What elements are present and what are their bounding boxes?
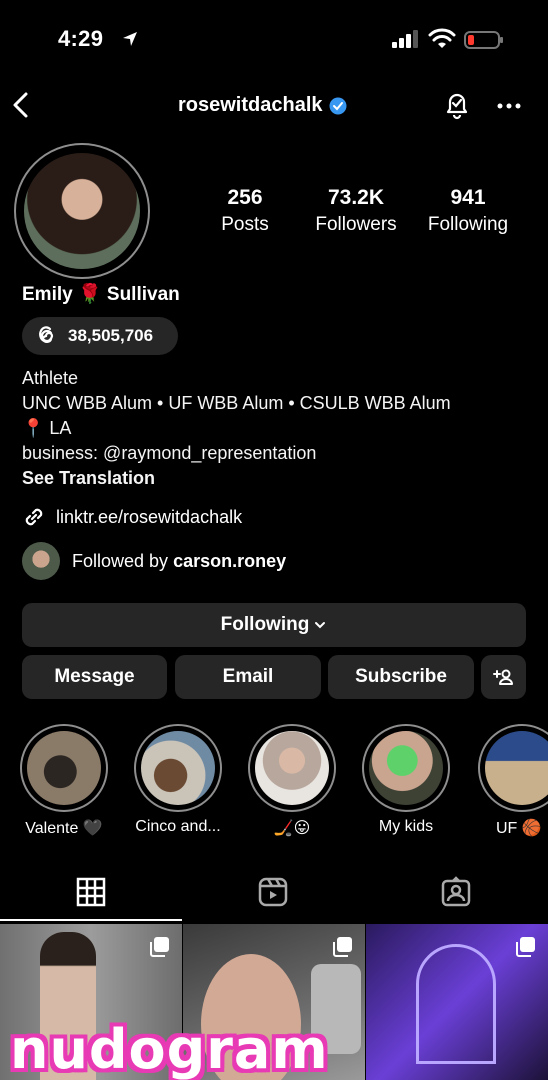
multiple-posts-icon [333, 937, 352, 957]
followed-by-user: carson.roney [173, 550, 287, 571]
following-label: Following [427, 214, 509, 235]
highlight-ring [362, 724, 450, 812]
add-person-icon [492, 669, 513, 685]
followed-by-text: Followed by carson.roney [72, 551, 286, 572]
battery-icon [464, 31, 503, 49]
following-button[interactable]: Following [22, 603, 526, 647]
location-arrow-icon [123, 32, 137, 46]
post-thumbnail[interactable] [366, 924, 548, 1080]
highlight-label: UF 🏀 [496, 820, 542, 837]
post-arch [416, 944, 496, 1064]
more-options-icon[interactable] [496, 96, 522, 116]
followers-label: Followers [315, 214, 397, 235]
bio-line-3: 📍 LA [22, 418, 72, 438]
chevron-down-icon [315, 622, 326, 629]
highlight-cover [27, 731, 101, 805]
profile-photo [24, 153, 140, 269]
following-stat[interactable]: 941 Following [408, 186, 528, 236]
followers-count: 73.2K [327, 186, 385, 209]
see-translation-link[interactable]: See Translation [22, 468, 155, 489]
profile-username-header: rosewitdachalk [178, 94, 347, 117]
posts-stat[interactable]: 256 Posts [185, 186, 305, 236]
highlight-label: Cinco and... [135, 818, 221, 835]
bio-link[interactable]: linktr.ee/rosewitdachalk [22, 505, 242, 529]
multiple-posts-icon [516, 937, 535, 957]
highlight-ring [478, 724, 548, 812]
notification-bell-icon[interactable] [442, 90, 472, 120]
posts-label: Posts [221, 214, 269, 235]
active-tab-indicator [0, 919, 182, 921]
verified-badge-icon [329, 97, 347, 114]
highlight-ring [20, 724, 108, 812]
highlight-cover [255, 731, 329, 805]
highlight-my-kids[interactable]: My kids [360, 724, 452, 836]
link-icon [25, 508, 43, 526]
threads-icon [39, 326, 54, 343]
profile-avatar[interactable] [14, 143, 150, 279]
watermark: nudogram [10, 1018, 329, 1080]
highlight-label: My kids [378, 818, 434, 835]
bio-line-4: business: @raymond_representation [22, 443, 317, 463]
link-text: linktr.ee/rosewitdachalk [56, 506, 243, 527]
suggested-users-button[interactable] [481, 655, 526, 699]
wifi-icon [428, 28, 456, 48]
highlight-ring [248, 724, 336, 812]
highlight-ring [134, 724, 222, 812]
highlight-cinco[interactable]: Cinco and... [132, 724, 224, 836]
highlight-label: 🏒😛 [273, 820, 311, 837]
multiple-posts-icon [150, 937, 169, 957]
bio-line-2: UNC WBB Alum • UF WBB Alum • CSULB WBB A… [22, 393, 451, 413]
threads-badge[interactable]: 38,505,706 [22, 317, 178, 355]
back-arrow-icon[interactable] [10, 90, 32, 120]
highlight-cover [485, 731, 548, 805]
username-text: rosewitdachalk [178, 94, 323, 116]
status-time: 4:29 [58, 26, 104, 51]
followed-by[interactable]: Followed by carson.roney [22, 542, 286, 580]
following-count: 941 [450, 186, 486, 209]
cellular-signal-icon [392, 30, 418, 48]
highlight-cover [141, 731, 215, 805]
highlight-label: Valente 🖤 [25, 820, 103, 837]
message-button[interactable]: Message [22, 655, 167, 699]
following-button-label: Following [220, 614, 310, 635]
highlight-valente[interactable]: Valente 🖤 [18, 724, 110, 838]
highlight-cover [369, 731, 443, 805]
email-button[interactable]: Email [175, 655, 321, 699]
tagged-icon[interactable] [440, 876, 472, 908]
reels-icon[interactable] [257, 876, 289, 908]
threads-count: 38,505,706 [68, 326, 154, 345]
followed-by-prefix: Followed by [72, 550, 174, 571]
bio-line-1: Athlete [22, 368, 79, 388]
full-name: Emily 🌹 Sullivan [22, 284, 180, 305]
mutual-follower-avatar [22, 542, 60, 580]
grid-icon[interactable] [75, 876, 107, 908]
posts-count: 256 [227, 186, 263, 209]
highlight-hockey[interactable]: 🏒😛 [246, 724, 338, 838]
subscribe-button[interactable]: Subscribe [328, 655, 474, 699]
highlight-uf[interactable]: UF 🏀 [474, 724, 548, 838]
followers-stat[interactable]: 73.2K Followers [296, 186, 416, 236]
